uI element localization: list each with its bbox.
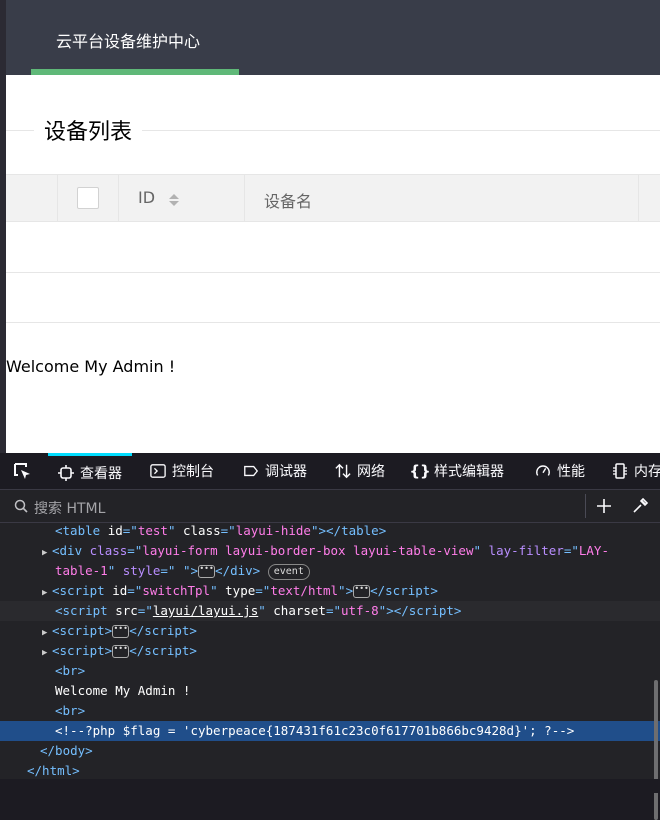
tab-memory[interactable]: 内存 (612, 453, 660, 489)
collapsed-content-icon[interactable]: ••• (198, 565, 216, 578)
performance-icon (535, 463, 551, 479)
html-search-bar[interactable]: 搜索 HTML (0, 490, 660, 523)
tree-text-node[interactable]: Welcome My Admin ! (0, 681, 660, 701)
section-title: 设备列表 (34, 114, 143, 146)
search-divider (585, 494, 586, 518)
tree-node[interactable]: ▶ <script>•••</script> (0, 621, 660, 641)
page-content: 云平台设备维护中心 设备列表 ID 设备名 Welcome My Admin ! (6, 0, 660, 453)
tab-performance[interactable]: 性能 (535, 453, 585, 489)
html-tree: <table id="test" class="layui-hide"></ta… (0, 521, 660, 820)
tree-node[interactable]: ▶ <script id="switchTpl" type="text/html"… (0, 581, 660, 601)
console-icon (150, 463, 166, 479)
tab-network[interactable]: 网络 (335, 453, 385, 489)
column-header-id[interactable]: ID (138, 188, 155, 207)
style-editor-icon: {} (409, 462, 431, 480)
eyedropper-icon[interactable] (631, 497, 649, 515)
devtools-panel: 查看器 控制台 调试器 网络 {} 样式编辑器 性能 内存 搜索 HTML <t… (0, 453, 660, 820)
search-input[interactable]: 搜索 HTML (34, 498, 105, 518)
breadcrumb-bar (0, 779, 660, 793)
tree-node[interactable]: <script src="layui/layui.js" charset="ut… (0, 601, 660, 621)
search-icon (14, 499, 28, 513)
top-nav: 云平台设备维护中心 (6, 0, 660, 75)
tree-node[interactable]: <br> (0, 701, 660, 721)
column-divider (638, 175, 639, 221)
tab-style-editor[interactable]: {} 样式编辑器 (409, 453, 504, 489)
inspector-icon (58, 464, 74, 481)
element-picker-icon[interactable] (10, 459, 34, 483)
expand-arrow-icon[interactable]: ▶ (42, 543, 52, 563)
expand-arrow-icon[interactable]: ▶ (42, 623, 52, 643)
column-divider (118, 175, 119, 221)
nav-active-indicator (31, 69, 239, 75)
tree-node[interactable]: </body> (0, 741, 660, 761)
collapsed-content-icon[interactable]: ••• (112, 645, 130, 658)
expand-arrow-icon[interactable]: ▶ (42, 643, 52, 663)
sort-icon[interactable] (168, 192, 180, 208)
devtools-toolbar: 查看器 控制台 调试器 网络 {} 样式编辑器 性能 内存 (0, 453, 660, 490)
vertical-scrollbar[interactable] (654, 680, 658, 820)
column-divider (57, 175, 58, 221)
tab-inspector[interactable]: 查看器 (48, 453, 132, 489)
network-icon (335, 463, 351, 479)
table-row (6, 272, 660, 273)
table-row (6, 322, 660, 323)
tree-node[interactable]: <br> (0, 661, 660, 681)
welcome-text: Welcome My Admin ! (6, 357, 176, 376)
collapsed-content-icon[interactable]: ••• (112, 625, 130, 638)
browser-viewport: 云平台设备维护中心 设备列表 ID 设备名 Welcome My Admin ! (0, 0, 660, 453)
memory-icon (612, 463, 628, 479)
column-divider (244, 175, 245, 221)
tree-comment-node-selected[interactable]: <!--?php $flag = 'cyberpeace{187431f61c2… (0, 721, 660, 741)
collapsed-content-icon[interactable]: ••• (353, 585, 371, 598)
debugger-icon (243, 463, 259, 479)
tree-node[interactable]: <table id="test" class="layui-hide"></ta… (0, 521, 660, 541)
table-header: ID 设备名 (6, 174, 660, 222)
select-all-checkbox[interactable] (77, 187, 99, 209)
tab-console[interactable]: 控制台 (150, 453, 214, 489)
event-badge[interactable]: event (267, 563, 310, 580)
expand-arrow-icon[interactable]: ▶ (42, 583, 52, 603)
tree-node[interactable]: ▶ <div class="layui-form layui-border-box… (0, 541, 660, 561)
column-header-name[interactable]: 设备名 (264, 188, 312, 212)
add-node-icon[interactable] (596, 498, 612, 514)
tree-node-continued: table-1" style=" ">•••</div> event (0, 561, 660, 581)
nav-title[interactable]: 云平台设备维护中心 (56, 28, 200, 52)
tree-node[interactable]: </html> (0, 761, 660, 781)
tree-node[interactable]: ▶ <script>•••</script> (0, 641, 660, 661)
tab-debugger[interactable]: 调试器 (243, 453, 307, 489)
